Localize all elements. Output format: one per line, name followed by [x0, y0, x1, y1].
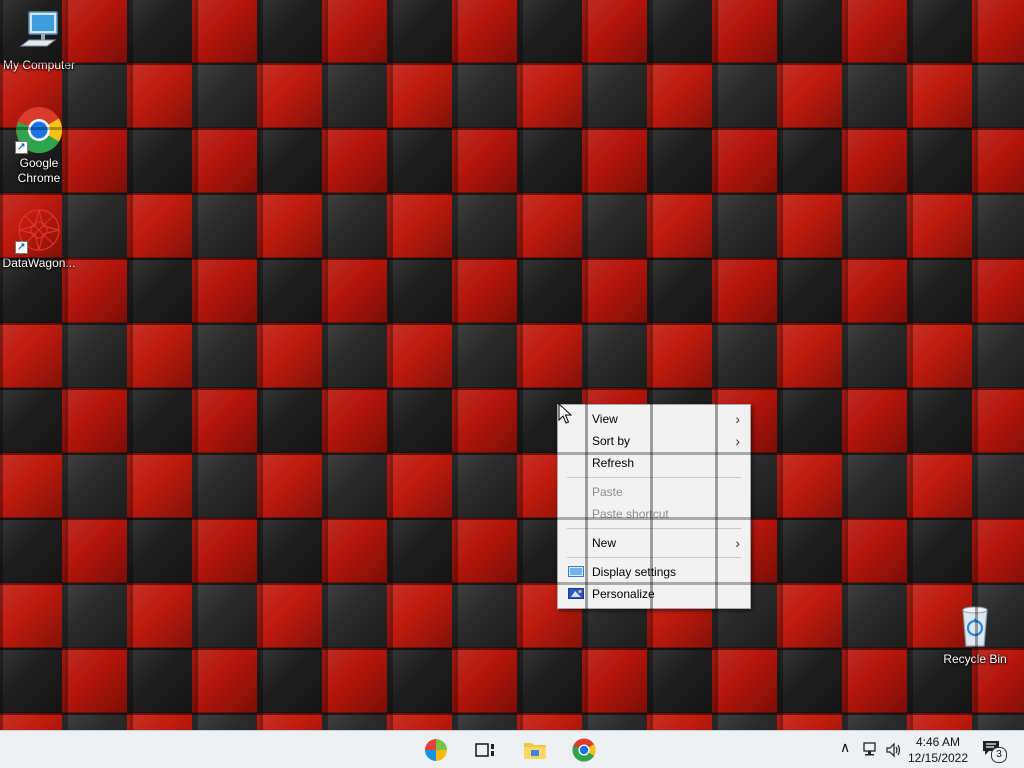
- recycle-bin-icon: [951, 602, 999, 650]
- chevron-right-icon: ›: [735, 433, 740, 449]
- taskbar: ∧ 4:46 AM 12/15/2022 3: [0, 730, 1024, 768]
- menu-item-display-settings[interactable]: Display settings: [558, 561, 750, 583]
- menu-separator: [567, 477, 741, 478]
- menu-item-sort-by[interactable]: Sort by ›: [558, 430, 750, 452]
- datawagon-icon: ↗: [15, 206, 63, 254]
- file-explorer-icon[interactable]: [523, 738, 547, 762]
- menu-separator: [567, 528, 741, 529]
- menu-item-label: View: [592, 412, 618, 426]
- desktop-context-menu: View › Sort by › Refresh Paste Paste sho…: [557, 404, 751, 609]
- chrome-icon: ↗: [15, 106, 63, 154]
- desktop-icon-my-computer[interactable]: My Computer: [1, 8, 77, 73]
- menu-item-label: New: [592, 536, 617, 550]
- menu-item-label: Sort by: [592, 434, 631, 448]
- shortcut-arrow-icon: ↗: [15, 241, 28, 254]
- desktop-icon-label: My Computer: [2, 58, 76, 72]
- network-icon[interactable]: [862, 741, 880, 759]
- menu-item-label: Paste: [592, 485, 623, 499]
- desktop-icon-label: DataWagon...: [2, 256, 76, 270]
- menu-item-paste: Paste: [558, 481, 750, 503]
- desktop[interactable]: My Computer ↗ Google Chrome ↗ DataWagon.…: [0, 0, 1024, 730]
- chrome-icon[interactable]: [572, 738, 596, 762]
- volume-icon[interactable]: [885, 741, 903, 759]
- clock-date: 12/15/2022: [907, 751, 969, 765]
- menu-item-view[interactable]: View ›: [558, 408, 750, 430]
- menu-item-paste-shortcut: Paste shortcut: [558, 503, 750, 525]
- display-settings-icon: [568, 566, 584, 577]
- chevron-right-icon: ›: [735, 411, 740, 427]
- notification-center-button[interactable]: 3: [982, 740, 1007, 763]
- menu-item-personalize[interactable]: Personalize: [558, 583, 750, 605]
- clock-time: 4:46 AM: [915, 735, 961, 749]
- mouse-cursor-icon: [558, 403, 572, 424]
- menu-item-new[interactable]: New ›: [558, 532, 750, 554]
- menu-item-label: Personalize: [592, 587, 655, 601]
- personalize-icon: [568, 588, 584, 599]
- desktop-icon-label: Google Chrome: [17, 156, 61, 185]
- tray-overflow-chevron-icon[interactable]: ∧: [840, 739, 850, 756]
- notification-count-badge: 3: [991, 747, 1007, 763]
- taskbar-clock[interactable]: 4:46 AM 12/15/2022: [905, 734, 971, 766]
- desktop-icon-label: Recycle Bin: [943, 652, 1007, 666]
- task-view-icon[interactable]: [473, 738, 497, 762]
- chevron-right-icon: ›: [735, 535, 740, 551]
- desktop-icon-google-chrome[interactable]: ↗ Google Chrome: [1, 106, 77, 186]
- menu-item-label: Display settings: [592, 565, 677, 579]
- menu-item-label: Paste shortcut: [592, 507, 669, 521]
- computer-icon: [15, 8, 63, 56]
- shortcut-arrow-icon: ↗: [15, 141, 28, 154]
- desktop-icon-recycle-bin[interactable]: Recycle Bin: [937, 602, 1013, 667]
- desktop-icon-datawagon[interactable]: ↗ DataWagon...: [1, 206, 77, 271]
- menu-item-refresh[interactable]: Refresh: [558, 452, 750, 474]
- start-icon[interactable]: [424, 738, 448, 762]
- menu-item-label: Refresh: [592, 456, 635, 470]
- menu-separator: [567, 557, 741, 558]
